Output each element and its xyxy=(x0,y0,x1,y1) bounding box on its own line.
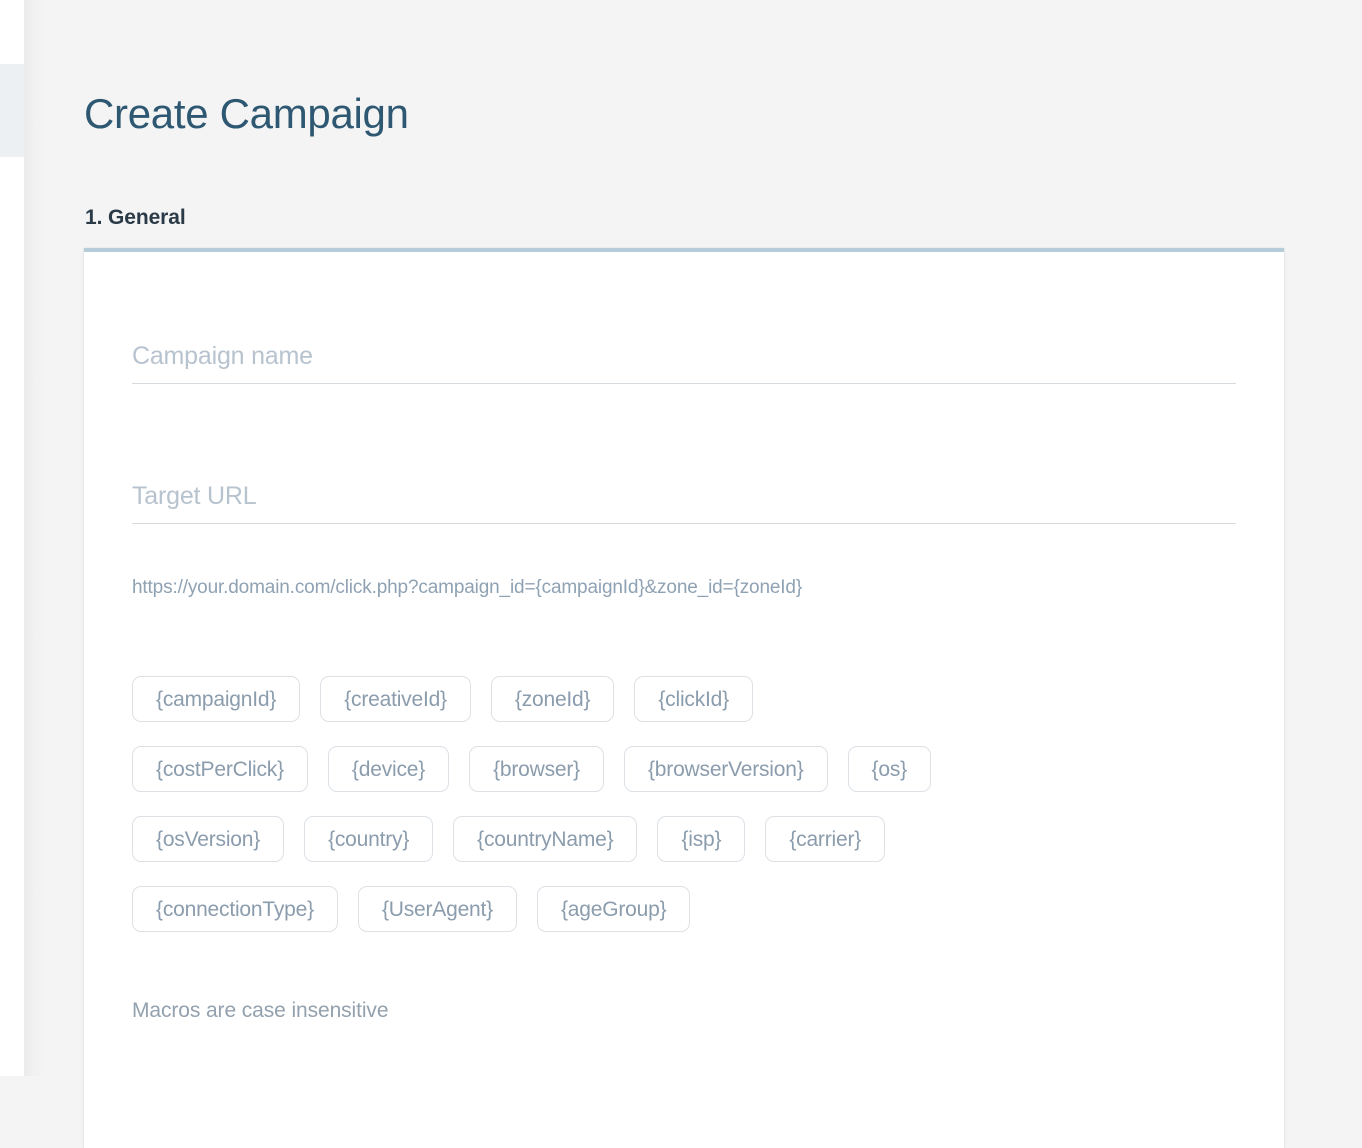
macro-chip[interactable]: {isp} xyxy=(657,816,746,862)
page-content: Create Campaign 1. General https://your.… xyxy=(0,0,1362,1148)
macro-chip[interactable]: {countryName} xyxy=(453,816,638,862)
campaign-name-input[interactable] xyxy=(132,342,1236,384)
macro-chip[interactable]: {device} xyxy=(327,746,450,792)
macro-row: {costPerClick} {device} {browser} {brows… xyxy=(132,746,1242,792)
macro-row: {campaignId} {creativeId} {zoneId} {clic… xyxy=(132,676,1242,722)
page-title: Create Campaign xyxy=(84,90,409,138)
sidebar-item-active[interactable] xyxy=(0,64,24,157)
macro-chip[interactable]: {os} xyxy=(847,746,931,792)
macro-chip[interactable]: {country} xyxy=(304,816,434,862)
campaign-name-field-group xyxy=(132,342,1236,384)
macro-row: {connectionType} {UserAgent} {ageGroup} xyxy=(132,886,1242,932)
target-url-field-group xyxy=(132,482,1236,524)
target-url-example-hint: https://your.domain.com/click.php?campai… xyxy=(132,577,803,598)
macro-chip[interactable]: {costPerClick} xyxy=(132,746,308,792)
macro-chip[interactable]: {UserAgent} xyxy=(357,886,517,932)
macro-row: {osVersion} {country} {countryName} {isp… xyxy=(132,816,1242,862)
macro-chip[interactable]: {zoneId} xyxy=(490,676,615,722)
general-section-card: https://your.domain.com/click.php?campai… xyxy=(84,248,1284,1148)
macro-chip[interactable]: {creativeId} xyxy=(320,676,471,722)
macro-chip[interactable]: {ageGroup} xyxy=(536,886,691,932)
target-url-input[interactable] xyxy=(132,482,1236,524)
macro-chips-container: {campaignId} {creativeId} {zoneId} {clic… xyxy=(132,676,1242,956)
macros-case-insensitive-note: Macros are case insensitive xyxy=(132,999,389,1022)
macro-chip[interactable]: {campaignId} xyxy=(132,676,301,722)
macro-chip[interactable]: {browser} xyxy=(469,746,604,792)
section-heading-general: 1. General xyxy=(85,206,186,230)
macro-chip[interactable]: {carrier} xyxy=(765,816,886,862)
macro-chip[interactable]: {browserVersion} xyxy=(623,746,828,792)
sidebar xyxy=(0,0,24,1076)
macro-chip[interactable]: {clickId} xyxy=(634,676,753,722)
macro-chip[interactable]: {connectionType} xyxy=(132,886,338,932)
macro-chip[interactable]: {osVersion} xyxy=(132,816,285,862)
sidebar-shadow xyxy=(24,0,46,1076)
